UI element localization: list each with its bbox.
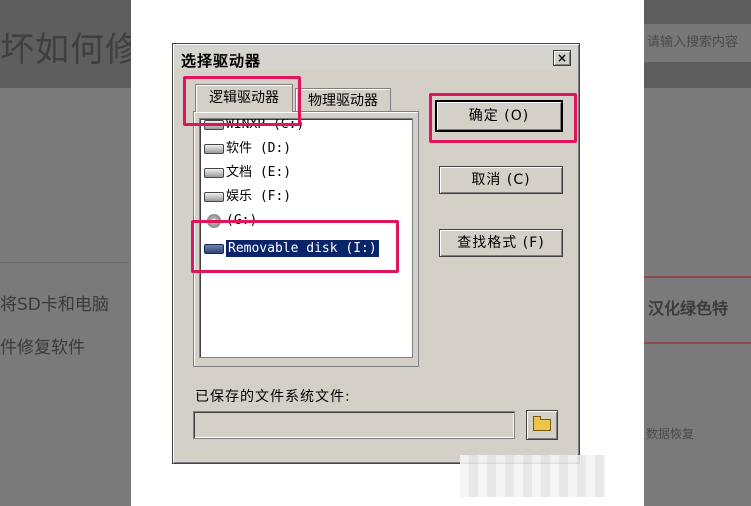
close-button[interactable]: × xyxy=(553,50,571,66)
drive-item-d[interactable]: 软件 (D:) xyxy=(204,139,291,159)
browse-button[interactable] xyxy=(526,410,558,440)
article-text-line: 将SD卡和电脑 xyxy=(0,295,109,315)
saved-fs-label: 已保存的文件系统文件: xyxy=(195,389,351,405)
tab-physical-drives[interactable]: 物理驱动器 xyxy=(295,88,391,112)
saved-fs-input[interactable] xyxy=(193,411,515,439)
cancel-button[interactable]: 取消 (C) xyxy=(439,166,563,194)
drive-item-f[interactable]: 娱乐 (F:) xyxy=(204,187,291,207)
drive-label: 软件 (D:) xyxy=(226,141,292,156)
hard-disk-icon xyxy=(204,167,224,178)
watermark-mosaic xyxy=(460,455,605,497)
open-folder-icon xyxy=(533,416,551,431)
dialog-titlebar[interactable]: 选择驱动器 × xyxy=(175,46,577,70)
highlight-box-removable-disk xyxy=(191,220,399,273)
hard-disk-icon xyxy=(204,191,224,202)
find-format-button[interactable]: 查找格式 (F) xyxy=(439,229,563,257)
tab-logical-drives[interactable]: 逻辑驱动器 xyxy=(195,84,293,112)
search-input[interactable]: 请输入搜索内容 xyxy=(643,24,751,62)
article-text-line: 件修复软件 xyxy=(0,338,85,358)
drive-label: 娱乐 (F:) xyxy=(226,189,292,204)
drive-label: 文档 (E:) xyxy=(226,165,292,180)
hard-disk-icon xyxy=(204,143,224,154)
highlight-box-ok xyxy=(429,93,577,143)
dialog-title: 选择驱动器 xyxy=(181,52,262,70)
sidebar-link[interactable]: 数据恢复 xyxy=(646,425,694,442)
page-title: 坏如何修 xyxy=(0,30,140,70)
close-icon: × xyxy=(556,51,568,65)
divider xyxy=(0,262,130,263)
sidebar-card-title[interactable]: 汉化绿色特 xyxy=(648,295,728,319)
drive-item-e[interactable]: 文档 (E:) xyxy=(204,163,291,183)
